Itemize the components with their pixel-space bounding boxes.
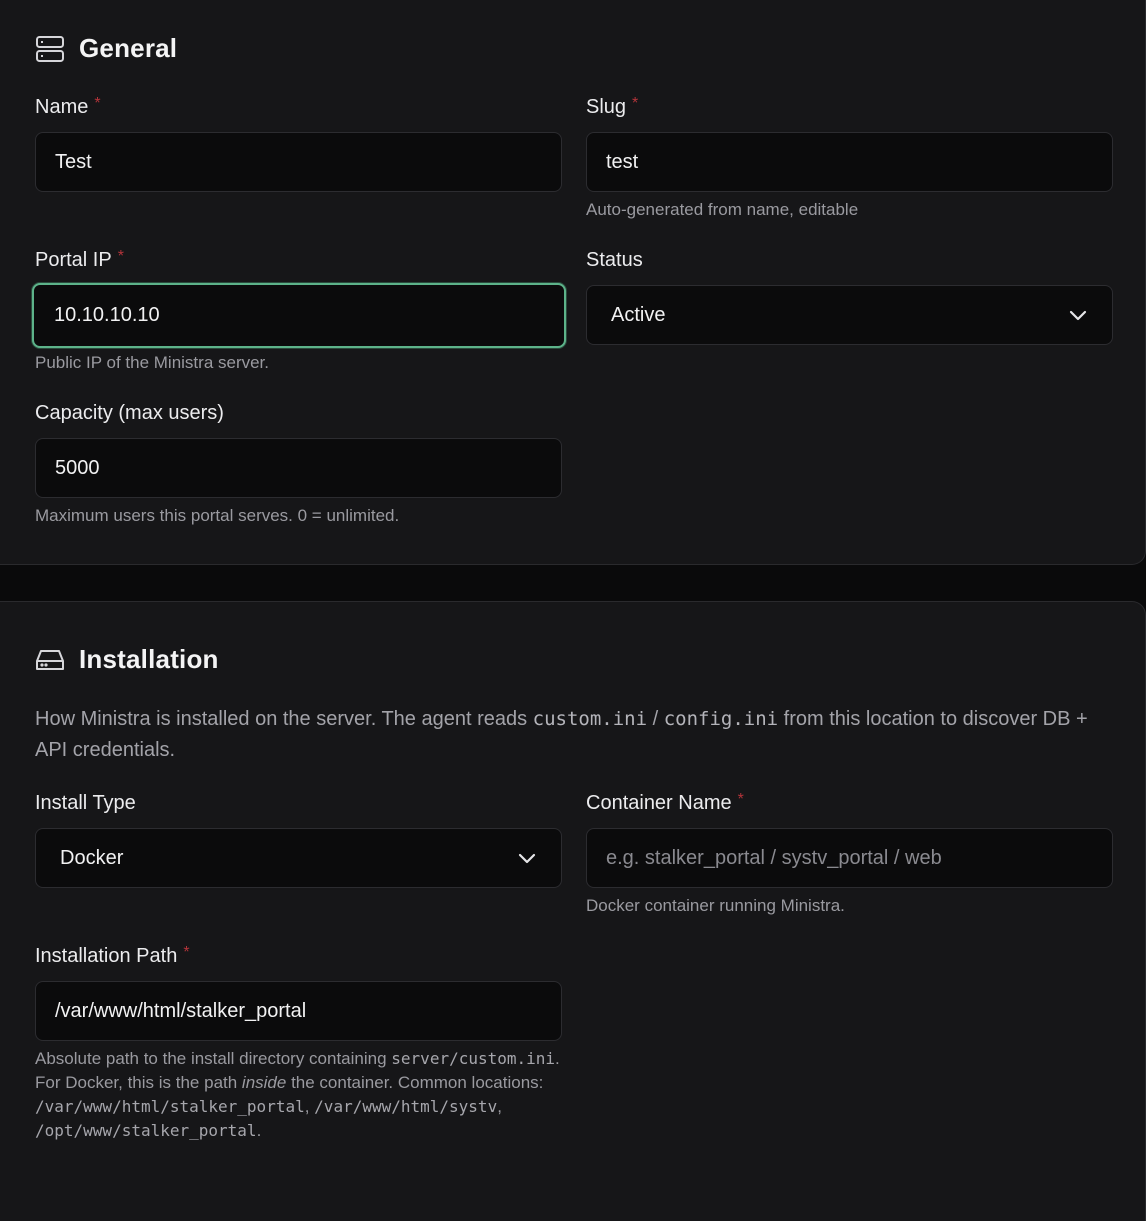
slug-label-text: Slug bbox=[586, 96, 627, 118]
status-label-text: Status bbox=[586, 249, 643, 271]
install-type-select[interactable]: Docker bbox=[35, 828, 562, 888]
container-name-hint: Docker container running Ministra. bbox=[586, 896, 845, 915]
install-type-label: Install Type bbox=[35, 792, 136, 815]
install-type-value: Docker bbox=[60, 846, 124, 869]
required-marker: * bbox=[632, 95, 639, 112]
capacity-label: Capacity (max users) bbox=[35, 402, 224, 425]
required-marker: * bbox=[117, 248, 124, 265]
slug-label: Slug * bbox=[586, 95, 639, 119]
installation-description: How Ministra is installed on the server.… bbox=[35, 704, 1095, 766]
hint-text: , bbox=[304, 1097, 315, 1116]
capacity-label-text: Capacity (max users) bbox=[35, 402, 224, 424]
container-name-input[interactable]: e.g. stalker_portal / systv_portal / web bbox=[586, 828, 1113, 888]
hint-code: /opt/www/stalker_portal bbox=[35, 1121, 257, 1140]
container-name-placeholder: e.g. stalker_portal / systv_portal / web bbox=[606, 846, 942, 869]
hint-code: /var/www/html/systv bbox=[314, 1097, 498, 1116]
install-path-value: /var/www/html/stalker_portal bbox=[55, 999, 307, 1022]
status-select[interactable]: Active bbox=[586, 285, 1113, 345]
name-value: Test bbox=[55, 150, 92, 173]
slug-value: test bbox=[606, 150, 639, 173]
name-label: Name * bbox=[35, 95, 101, 119]
chevron-down-icon bbox=[518, 853, 536, 864]
portal-ip-label-text: Portal IP bbox=[35, 249, 112, 271]
container-name-label: Container Name * bbox=[586, 791, 744, 815]
general-section-header: General bbox=[35, 33, 177, 64]
desc-text: How Ministra is installed on the server.… bbox=[35, 708, 533, 730]
portal-ip-label: Portal IP * bbox=[35, 248, 124, 272]
portal-ip-value: 10.10.10.10 bbox=[54, 304, 160, 326]
capacity-hint: Maximum users this portal serves. 0 = un… bbox=[35, 506, 400, 525]
install-type-label-text: Install Type bbox=[35, 792, 136, 814]
name-label-text: Name bbox=[35, 96, 89, 118]
install-path-input[interactable]: /var/www/html/stalker_portal bbox=[35, 981, 562, 1041]
desc-code: custom.ini bbox=[532, 708, 648, 730]
chevron-down-icon bbox=[1069, 310, 1087, 321]
hint-text: , bbox=[497, 1097, 502, 1116]
container-name-label-text: Container Name bbox=[586, 792, 732, 814]
server-icon bbox=[35, 34, 65, 64]
installation-section-header: Installation bbox=[35, 644, 219, 675]
portal-ip-input[interactable]: 10.10.10.10 bbox=[32, 283, 566, 348]
hint-code: server/custom.ini bbox=[391, 1049, 556, 1068]
required-marker: * bbox=[94, 95, 101, 112]
hint-text: Absolute path to the install directory c… bbox=[35, 1049, 392, 1068]
required-marker: * bbox=[183, 944, 190, 961]
hint-emphasis: inside bbox=[241, 1073, 287, 1092]
desc-code: config.ini bbox=[663, 708, 779, 730]
capacity-value: 5000 bbox=[55, 456, 100, 479]
hard-drive-icon bbox=[35, 645, 65, 675]
install-path-hint: Absolute path to the install directory c… bbox=[35, 1047, 562, 1143]
hint-text: . bbox=[256, 1121, 262, 1140]
name-input[interactable]: Test bbox=[35, 132, 562, 192]
status-value: Active bbox=[611, 303, 666, 326]
slug-input[interactable]: test bbox=[586, 132, 1113, 192]
capacity-input[interactable]: 5000 bbox=[35, 438, 562, 498]
hint-text: the container. Common locations: bbox=[286, 1073, 544, 1092]
general-title: General bbox=[79, 33, 178, 63]
installation-title: Installation bbox=[79, 644, 219, 674]
install-path-label: Installation Path * bbox=[35, 944, 190, 968]
portal-ip-hint: Public IP of the Ministra server. bbox=[35, 353, 270, 372]
slug-hint: Auto-generated from name, editable bbox=[586, 200, 859, 219]
required-marker: * bbox=[737, 791, 744, 808]
hint-code: /var/www/html/stalker_portal bbox=[35, 1097, 305, 1116]
install-path-label-text: Installation Path bbox=[35, 945, 178, 967]
desc-text: / bbox=[647, 708, 664, 730]
status-label: Status bbox=[586, 249, 643, 272]
